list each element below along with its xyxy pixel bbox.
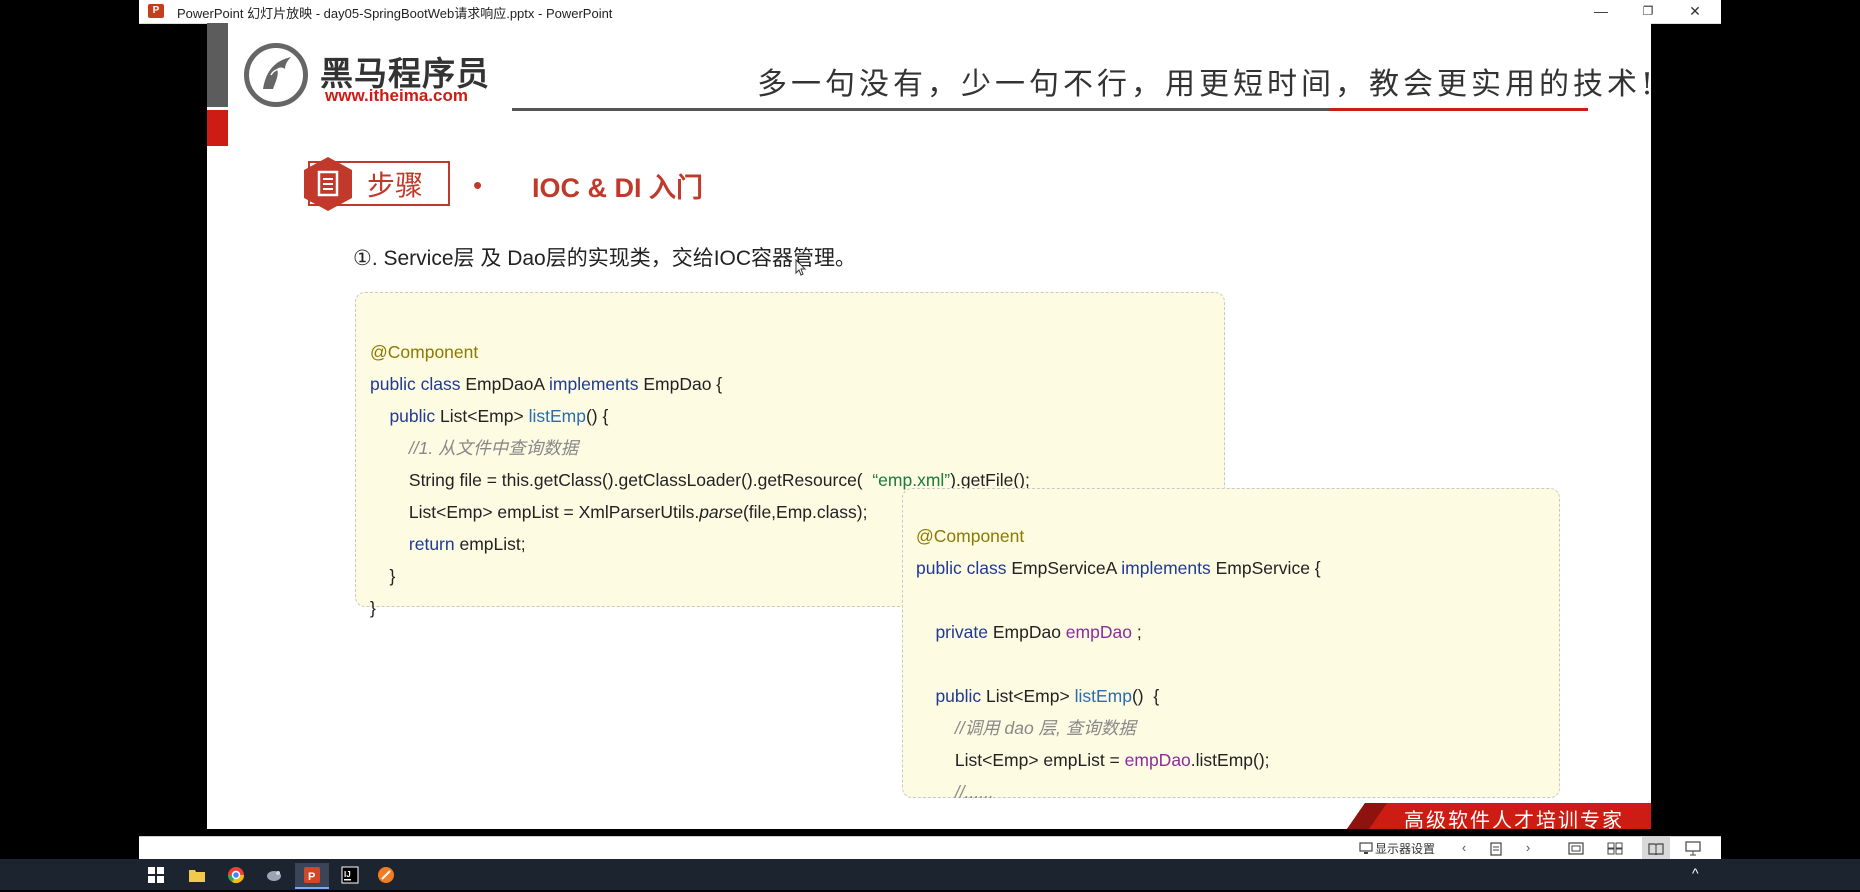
code-token: public class bbox=[916, 558, 1007, 578]
title-bar: P PowerPoint 幻灯片放映 - day05-SpringBootWeb… bbox=[139, 0, 1721, 24]
code-token: empList; bbox=[454, 534, 526, 554]
previous-slide-icon[interactable]: ‹ bbox=[1455, 840, 1473, 855]
step-label: 步骤 bbox=[367, 169, 424, 202]
intellij-idea-icon[interactable]: IJ bbox=[338, 863, 362, 887]
code-token: parse bbox=[699, 502, 743, 522]
step-1-text: ①. Service层 及 Dao层的实现类，交给IOC容器管理。 bbox=[353, 247, 857, 270]
code-token: EmpDaoA bbox=[460, 374, 549, 394]
app-bird-icon[interactable] bbox=[262, 863, 286, 887]
normal-view-icon[interactable] bbox=[1568, 842, 1584, 855]
code-token: EmpDao { bbox=[638, 374, 723, 394]
svg-text:IJ: IJ bbox=[344, 870, 351, 879]
code-token: () { bbox=[585, 406, 609, 426]
slideshow-icon[interactable] bbox=[1685, 841, 1701, 856]
code-token: (file,Emp.class); bbox=[742, 502, 868, 522]
file-explorer-icon[interactable] bbox=[185, 863, 209, 887]
code-token: private bbox=[916, 622, 988, 642]
slide-sorter-icon[interactable] bbox=[1607, 842, 1623, 855]
reading-view-button[interactable] bbox=[1642, 837, 1670, 860]
reading-view-icon bbox=[1648, 843, 1664, 855]
code-token: listEmp bbox=[528, 406, 586, 426]
next-slide-icon[interactable]: › bbox=[1519, 840, 1537, 855]
window-title: PowerPoint 幻灯片放映 - day05-SpringBootWeb请求… bbox=[177, 6, 613, 21]
display-settings-icon bbox=[1359, 842, 1373, 854]
code-block-service: @Component public class EmpServiceA impl… bbox=[916, 488, 1321, 808]
logo-url: www.itheima.com bbox=[325, 86, 468, 105]
header-red-bar bbox=[207, 110, 228, 146]
taskbar: P IJ ^ bbox=[0, 859, 1860, 890]
svg-text:P: P bbox=[308, 871, 315, 883]
code-token: public bbox=[916, 686, 982, 706]
code-box-service: @Component public class EmpServiceA impl… bbox=[902, 488, 1560, 802]
code-token: .listEmp(); bbox=[1190, 750, 1270, 770]
code-token: String file = this.getClass().getClassLo… bbox=[370, 470, 873, 490]
code-token: ).getFile(); bbox=[950, 470, 1030, 490]
code-token: listEmp bbox=[1074, 686, 1132, 706]
code-token: () { bbox=[1131, 686, 1160, 706]
code-field: empDao bbox=[1065, 622, 1132, 642]
code-token: List<Emp> bbox=[981, 686, 1075, 706]
powerpoint-taskbar-icon[interactable]: P bbox=[295, 863, 329, 889]
close-button[interactable]: ✕ bbox=[1672, 0, 1718, 23]
code-token: implements bbox=[549, 374, 639, 394]
code-token: List<Emp> bbox=[435, 406, 529, 426]
windows-start-icon[interactable] bbox=[148, 867, 164, 883]
code-token: List<Emp> empList = bbox=[916, 750, 1125, 770]
code-token: EmpDao bbox=[987, 622, 1066, 642]
drawing-app-icon[interactable] bbox=[374, 863, 398, 887]
code-token: ; bbox=[1131, 622, 1142, 642]
chevron-up-icon[interactable]: ^ bbox=[1692, 865, 1699, 881]
header-gray-bar bbox=[207, 23, 228, 107]
display-settings-button[interactable]: 显示器设置 bbox=[1375, 840, 1435, 857]
code-line: @Component bbox=[916, 526, 1025, 546]
powerpoint-icon: P bbox=[148, 4, 164, 18]
code-token: implements bbox=[1121, 558, 1211, 578]
code-field: empDao bbox=[1124, 750, 1191, 770]
code-token: return bbox=[370, 534, 455, 554]
slide-menu-icon[interactable] bbox=[1489, 842, 1503, 856]
code-token: EmpServiceA bbox=[1006, 558, 1122, 578]
slideshow-status-bar: 显示器设置 ‹ › bbox=[139, 836, 1721, 860]
document-icon bbox=[304, 157, 352, 211]
header-divider-accent bbox=[1330, 108, 1588, 111]
horse-logo-icon bbox=[263, 57, 291, 89]
code-comment: //1. 从文件中查询数据 bbox=[370, 438, 579, 458]
mouse-cursor-icon bbox=[795, 259, 807, 276]
restore-button[interactable]: ❐ bbox=[1625, 0, 1671, 23]
code-token: List<Emp> empList = XmlParserUtils. bbox=[370, 502, 700, 522]
section-title: IOC & DI 入门 bbox=[532, 173, 704, 203]
minimize-button[interactable]: — bbox=[1578, 0, 1624, 23]
code-line: } bbox=[370, 598, 376, 618]
code-line: } bbox=[370, 566, 396, 586]
slogan: 多一句没有，少一句不行，用更短时间，教会更实用的技术! bbox=[757, 67, 1651, 102]
code-token: public class bbox=[370, 374, 461, 394]
chrome-icon[interactable] bbox=[224, 863, 248, 887]
footer-tagline: 高级软件人才培训专家 bbox=[1404, 808, 1624, 829]
code-string: “emp.xml” bbox=[872, 470, 951, 490]
code-comment: //...... bbox=[916, 782, 994, 802]
code-comment: //调用 dao 层, 查询数据 bbox=[916, 718, 1136, 738]
bullet: • bbox=[473, 170, 483, 200]
code-token: EmpService { bbox=[1210, 558, 1321, 578]
slide[interactable]: 黑马程序员 www.itheima.com 多一句没有，少一句不行，用更短时间，… bbox=[207, 23, 1651, 829]
code-token: public bbox=[370, 406, 436, 426]
code-line: @Component bbox=[370, 342, 479, 362]
